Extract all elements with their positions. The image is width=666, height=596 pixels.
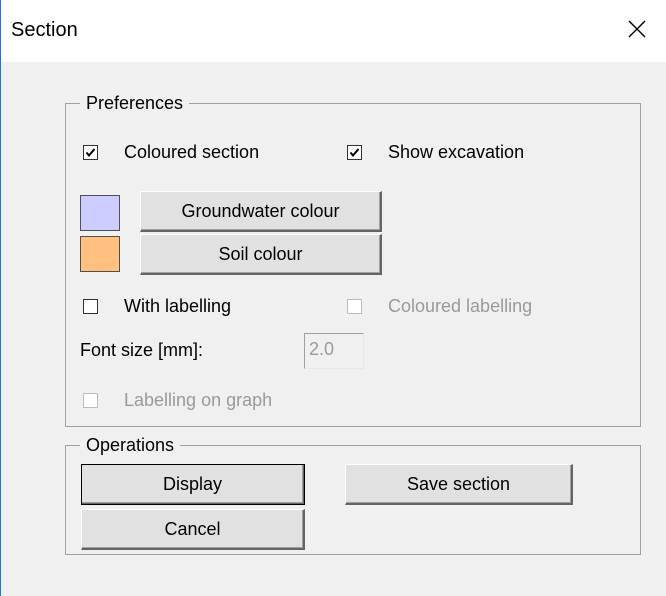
show-excavation-label: Show excavation — [388, 141, 525, 162]
save-section-button[interactable]: Save section — [345, 464, 573, 505]
checkmark-icon — [85, 147, 96, 157]
groundwater-colour-swatch — [80, 195, 120, 231]
coloured-section-checkbox[interactable] — [83, 144, 98, 160]
labelling-on-graph-label: Labelling on graph — [124, 389, 273, 410]
cancel-button[interactable]: Cancel — [81, 509, 305, 550]
coloured-labelling-option[interactable]: Coloured labelling — [347, 294, 532, 318]
labelling-on-graph-option[interactable]: Labelling on graph — [83, 388, 272, 412]
with-labelling-label: With labelling — [124, 295, 232, 316]
coloured-labelling-label: Coloured labelling — [388, 295, 533, 316]
with-labelling-option[interactable]: With labelling — [83, 294, 231, 318]
groundwater-colour-button[interactable]: Groundwater colour — [140, 191, 382, 232]
window-title: Section — [11, 19, 78, 41]
preferences-legend: Preferences — [80, 92, 190, 114]
coloured-section-option[interactable]: Coloured section — [83, 140, 259, 164]
display-button[interactable]: Display — [81, 464, 305, 505]
section-dialog: Section Preferences Coloured section Sho… — [0, 0, 666, 596]
soil-colour-swatch — [80, 236, 120, 272]
font-size-field[interactable]: 2.0 — [304, 333, 364, 369]
dialog-body: Preferences Coloured section Show excava… — [1, 62, 666, 596]
close-button[interactable] — [608, 0, 666, 62]
soil-colour-button[interactable]: Soil colour — [140, 234, 382, 275]
title-bar[interactable]: Section — [1, 0, 666, 62]
labelling-on-graph-checkbox[interactable] — [83, 392, 98, 408]
show-excavation-checkbox[interactable] — [347, 144, 362, 160]
operations-legend: Operations — [80, 434, 181, 456]
coloured-labelling-checkbox[interactable] — [347, 298, 362, 314]
font-size-label: Font size [mm]: — [80, 340, 204, 360]
close-icon — [628, 20, 646, 43]
coloured-section-label: Coloured section — [124, 141, 260, 162]
checkmark-icon — [349, 147, 360, 157]
show-excavation-option[interactable]: Show excavation — [347, 140, 524, 164]
with-labelling-checkbox[interactable] — [83, 298, 98, 314]
